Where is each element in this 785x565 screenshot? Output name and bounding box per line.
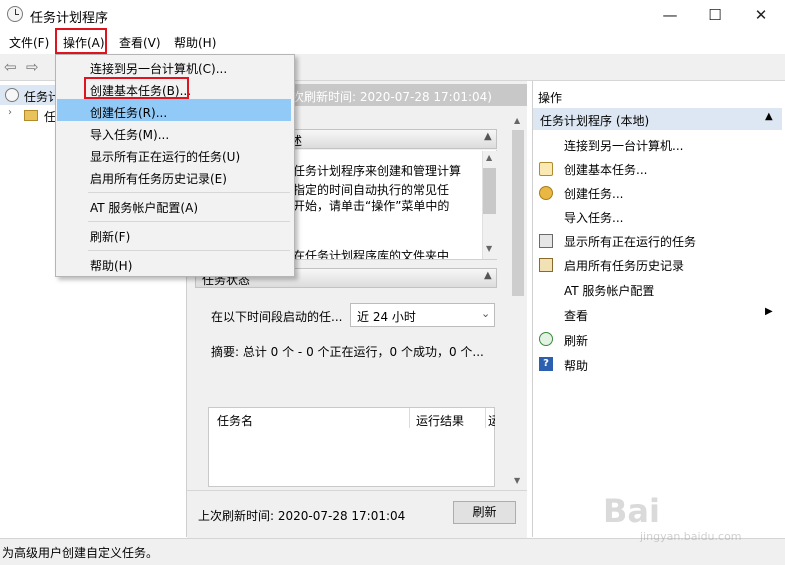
baidu-watermark: Bai <box>603 492 660 530</box>
minimize-button[interactable]: — <box>647 0 693 30</box>
center-scroll-thumb[interactable] <box>512 130 524 296</box>
history-icon <box>539 258 553 272</box>
menu-help[interactable]: 帮助(H) <box>174 34 216 51</box>
menu-separator <box>88 221 290 222</box>
actions-section-title: 任务计划程序 (本地) <box>540 114 650 128</box>
back-arrow-icon[interactable]: ⇦ <box>4 58 17 76</box>
collapse-icon[interactable]: ▲ <box>484 270 492 281</box>
folder-icon <box>24 110 38 121</box>
refresh-button[interactable]: 刷新 <box>453 501 516 524</box>
highlight-box-basic-task <box>84 77 189 99</box>
collapse-icon[interactable]: ▲ <box>765 111 773 122</box>
highlight-box-menu-action <box>55 28 107 54</box>
chevron-down-icon[interactable]: ⌄ <box>481 307 490 320</box>
column-separator[interactable] <box>409 408 410 428</box>
menu-item-help[interactable]: 帮助(H) <box>90 257 132 274</box>
last-refresh-text: 上次刷新时间: 2020-07-28 17:01:04 <box>198 509 406 523</box>
expand-chevron-icon[interactable]: › <box>8 107 12 118</box>
close-button[interactable]: ✕ <box>738 0 784 30</box>
action-create-task[interactable]: 创建任务... <box>564 185 623 202</box>
action-at-service-config[interactable]: AT 服务帐户配置 <box>564 282 654 299</box>
menu-item-enable-history[interactable]: 启用所有任务历史记录(E) <box>90 170 227 187</box>
menu-item-create-task[interactable]: 创建任务(R)... <box>90 104 167 121</box>
clock-icon <box>7 6 23 22</box>
period-label: 在以下时间段启动的任... <box>211 310 343 324</box>
clock-icon <box>5 88 19 102</box>
menu-separator <box>88 192 290 193</box>
action-connect-computer[interactable]: 连接到另一台计算机... <box>564 137 683 154</box>
action-import-task[interactable]: 导入任务... <box>564 209 623 226</box>
menu-separator <box>88 250 290 251</box>
running-tasks-icon <box>539 234 553 248</box>
column-header-task-name[interactable]: 任务名 <box>217 412 253 429</box>
submenu-arrow-icon[interactable]: ▶ <box>765 306 773 317</box>
center-header-text: 次刷新时间: 2020-07-28 17:01:04) <box>292 90 492 104</box>
action-help[interactable]: 帮助 <box>564 357 588 374</box>
actions-header: 操作 <box>538 91 563 105</box>
action-create-basic-task[interactable]: 创建基本任务... <box>564 161 647 178</box>
scroll-up-icon[interactable]: ▲ <box>486 153 492 162</box>
forward-arrow-icon[interactable]: ⇨ <box>26 58 39 76</box>
maximize-button[interactable]: ☐ <box>692 0 738 30</box>
watermark-url: jingyan.baidu.com <box>640 530 742 543</box>
column-separator[interactable] <box>485 408 486 428</box>
description-line: 开始，请单击“操作”菜单中的 <box>293 199 450 213</box>
description-line: 指定的时间自动执行的常见任 <box>293 183 450 197</box>
window-title: 任务计划程序 <box>30 11 109 26</box>
summary-scroll-thumb[interactable] <box>483 168 496 214</box>
action-view[interactable]: 查看 <box>564 307 588 324</box>
action-refresh[interactable]: 刷新 <box>564 332 588 349</box>
basic-task-icon <box>539 162 553 176</box>
menu-item-show-running[interactable]: 显示所有正在运行的任务(U) <box>90 148 240 165</box>
menu-item-at-service-config[interactable]: AT 服务帐户配置(A) <box>90 199 198 216</box>
scroll-down-icon[interactable]: ▼ <box>514 476 520 485</box>
scroll-down-icon[interactable]: ▼ <box>486 244 492 253</box>
scroll-up-icon[interactable]: ▲ <box>514 116 520 125</box>
description-line: 任务计划程序来创建和管理计算 <box>293 164 462 178</box>
description-line: 在任务计划程序库的文件夹中 <box>293 249 450 259</box>
period-select-value: 近 24 小时 <box>357 310 416 324</box>
menu-item-import-task[interactable]: 导入任务(M)... <box>90 126 169 143</box>
create-task-icon <box>539 186 553 200</box>
menu-view[interactable]: 查看(V) <box>119 34 161 51</box>
collapse-icon[interactable]: ▲ <box>484 131 492 142</box>
help-icon: ? <box>539 357 553 371</box>
column-header-result[interactable]: 运行结果 <box>416 412 464 429</box>
action-show-running-tasks[interactable]: 显示所有正在运行的任务 <box>564 233 696 250</box>
menu-item-refresh[interactable]: 刷新(F) <box>90 228 130 245</box>
status-text: 为高级用户创建自定义任务。 <box>2 546 159 560</box>
summary-text: 摘要: 总计 0 个 - 0 个正在运行，0 个成功，0 个... <box>211 345 484 359</box>
menu-file[interactable]: 文件(F) <box>9 34 49 51</box>
menu-bar <box>0 30 785 54</box>
column-header-extra[interactable]: 运 <box>488 412 495 429</box>
action-enable-history[interactable]: 启用所有任务历史记录 <box>564 257 684 274</box>
refresh-icon <box>539 332 553 346</box>
menu-item-connect-computer[interactable]: 连接到另一台计算机(C)... <box>90 60 227 77</box>
